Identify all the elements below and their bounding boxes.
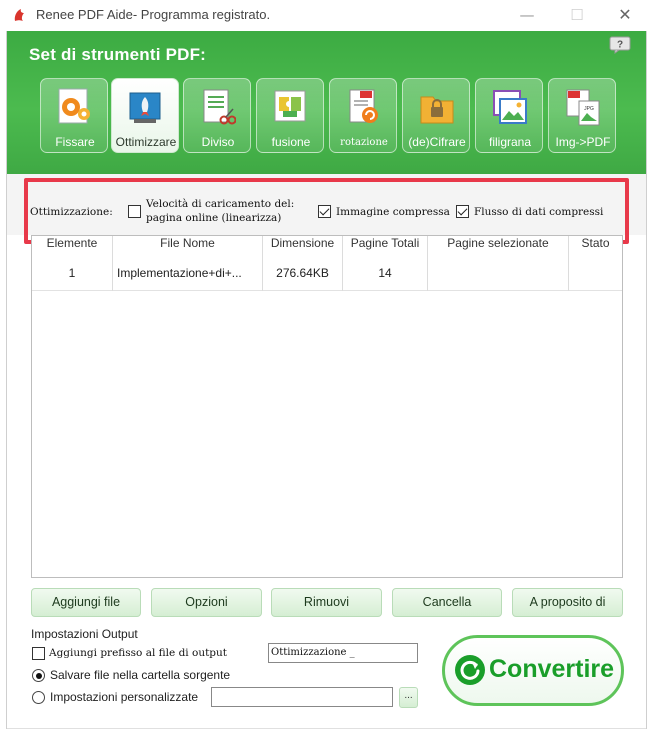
table-row[interactable]: 1 Implementazione+di+... 276.64KB 14 bbox=[32, 256, 622, 291]
tool-label: rotazione bbox=[340, 137, 388, 148]
tool-label: Diviso bbox=[201, 135, 235, 149]
save-source-radio[interactable] bbox=[32, 669, 45, 682]
tool-diviso[interactable]: Diviso bbox=[183, 78, 251, 153]
tool-ottimizzare[interactable]: Ottimizzare bbox=[111, 78, 179, 153]
toolset-title: Set di strumenti PDF: bbox=[29, 45, 207, 64]
rocket-monitor-icon bbox=[129, 92, 161, 123]
tool-label: Ottimizzare bbox=[115, 135, 177, 149]
title-bar: Renee PDF Aide- Programma registrato. — … bbox=[0, 0, 653, 30]
custom-path-input[interactable] bbox=[211, 687, 393, 707]
tool-rotazione[interactable]: rotazione bbox=[329, 78, 397, 153]
custom-settings-radio[interactable] bbox=[32, 691, 45, 704]
column-header-status[interactable]: Stato bbox=[569, 236, 622, 256]
jpg-to-pdf-icon: JPG bbox=[566, 89, 600, 126]
tool-fusione[interactable]: fusione bbox=[256, 78, 324, 153]
maximize-button[interactable]: ☐ bbox=[562, 4, 592, 26]
table-header: Elemente File Nome Dimensione Pagine Tot… bbox=[32, 236, 622, 256]
remove-button[interactable]: Rimuovi bbox=[271, 588, 382, 617]
document-scissors-icon bbox=[203, 89, 236, 125]
svg-text:?: ? bbox=[617, 40, 623, 51]
file-table[interactable]: Elemente File Nome Dimensione Pagine Tot… bbox=[31, 235, 623, 578]
browse-button[interactable]: ... bbox=[399, 687, 418, 708]
linearize-checkbox[interactable] bbox=[128, 205, 141, 218]
add-file-button[interactable]: Aggiungi file bbox=[31, 588, 141, 617]
about-button[interactable]: A proposito di bbox=[512, 588, 623, 617]
puzzle-icon bbox=[274, 90, 306, 122]
compress-images-label: Immagine compressa bbox=[336, 206, 450, 218]
column-header-size[interactable]: Dimensione bbox=[263, 236, 343, 256]
wrench-gear-icon bbox=[58, 88, 90, 124]
question-bubble-icon[interactable]: ? bbox=[609, 36, 631, 54]
prefix-checkbox[interactable] bbox=[32, 647, 45, 660]
tool-label: (de)Cifrare bbox=[408, 135, 466, 149]
save-source-label: Salvare file nella cartella sorgente bbox=[50, 668, 231, 682]
clear-button[interactable]: Cancella bbox=[392, 588, 502, 617]
tool-decifrare[interactable]: (de)Cifrare bbox=[402, 78, 470, 153]
window-border-right bbox=[646, 31, 647, 729]
compress-flow-checkbox[interactable] bbox=[456, 205, 469, 218]
minimize-button[interactable]: — bbox=[512, 4, 542, 26]
toolbar-header: Set di strumenti PDF: ? Fissare Ottimizz… bbox=[7, 31, 646, 174]
compress-flow-label: Flusso di dati compressi bbox=[474, 206, 604, 218]
column-header-selected-pages[interactable]: Pagine selezionate bbox=[428, 236, 569, 256]
footer-divider bbox=[7, 728, 646, 729]
prefix-input[interactable]: Ottimizzazione _ bbox=[268, 643, 418, 663]
tool-label: filigrana bbox=[488, 135, 532, 149]
cell-file-name: Implementazione+di+... bbox=[113, 256, 263, 291]
pdf-rotate-icon bbox=[349, 89, 378, 123]
window-title: Renee PDF Aide- Programma registrato. bbox=[36, 7, 271, 22]
output-settings-title: Impostazioni Output bbox=[31, 627, 138, 641]
svg-text:JPG: JPG bbox=[584, 106, 594, 112]
prefix-label: Aggiungi prefisso al file di output bbox=[49, 647, 228, 659]
folder-lock-icon bbox=[420, 96, 454, 124]
tool-img-to-pdf[interactable]: JPG Img->PDF bbox=[548, 78, 616, 153]
app-logo-icon bbox=[14, 9, 24, 21]
tool-label: Fissare bbox=[55, 135, 95, 149]
convert-label: Convertire bbox=[489, 655, 615, 683]
custom-settings-label: Impostazioni personalizzate bbox=[50, 690, 199, 704]
tool-filigrana[interactable]: filigrana bbox=[475, 78, 543, 153]
tool-label: fusione bbox=[271, 135, 311, 149]
options-button[interactable]: Opzioni bbox=[151, 588, 262, 617]
column-header-file-name[interactable]: File Nome bbox=[113, 236, 263, 256]
optimization-options: Ottimizzazione: Velocità di caricamento … bbox=[7, 174, 646, 244]
convert-button[interactable]: Convertire bbox=[442, 635, 624, 706]
cell-size: 276.64KB bbox=[263, 256, 343, 291]
cell-total-pages: 14 bbox=[343, 256, 428, 291]
cell-status bbox=[569, 256, 622, 291]
image-watermark-icon bbox=[493, 90, 527, 124]
optimization-label: Ottimizzazione: bbox=[30, 206, 113, 218]
compress-images-checkbox[interactable] bbox=[318, 205, 331, 218]
close-button[interactable]: ✕ bbox=[610, 4, 640, 26]
app-window: Renee PDF Aide- Programma registrato. — … bbox=[0, 0, 653, 737]
linearize-label-line2: pagina online (linearizza) bbox=[146, 212, 282, 224]
column-header-element[interactable]: Elemente bbox=[32, 236, 113, 256]
column-header-total-pages[interactable]: Pagine Totali bbox=[343, 236, 428, 256]
linearize-label-line1: Velocità di caricamento del: bbox=[146, 198, 295, 210]
cell-selected-pages[interactable] bbox=[428, 256, 569, 291]
tool-fissare[interactable]: Fissare bbox=[40, 78, 108, 153]
convert-arrow-icon bbox=[455, 655, 485, 685]
cell-element: 1 bbox=[32, 256, 113, 291]
tool-label: Img->PDF bbox=[555, 135, 611, 149]
